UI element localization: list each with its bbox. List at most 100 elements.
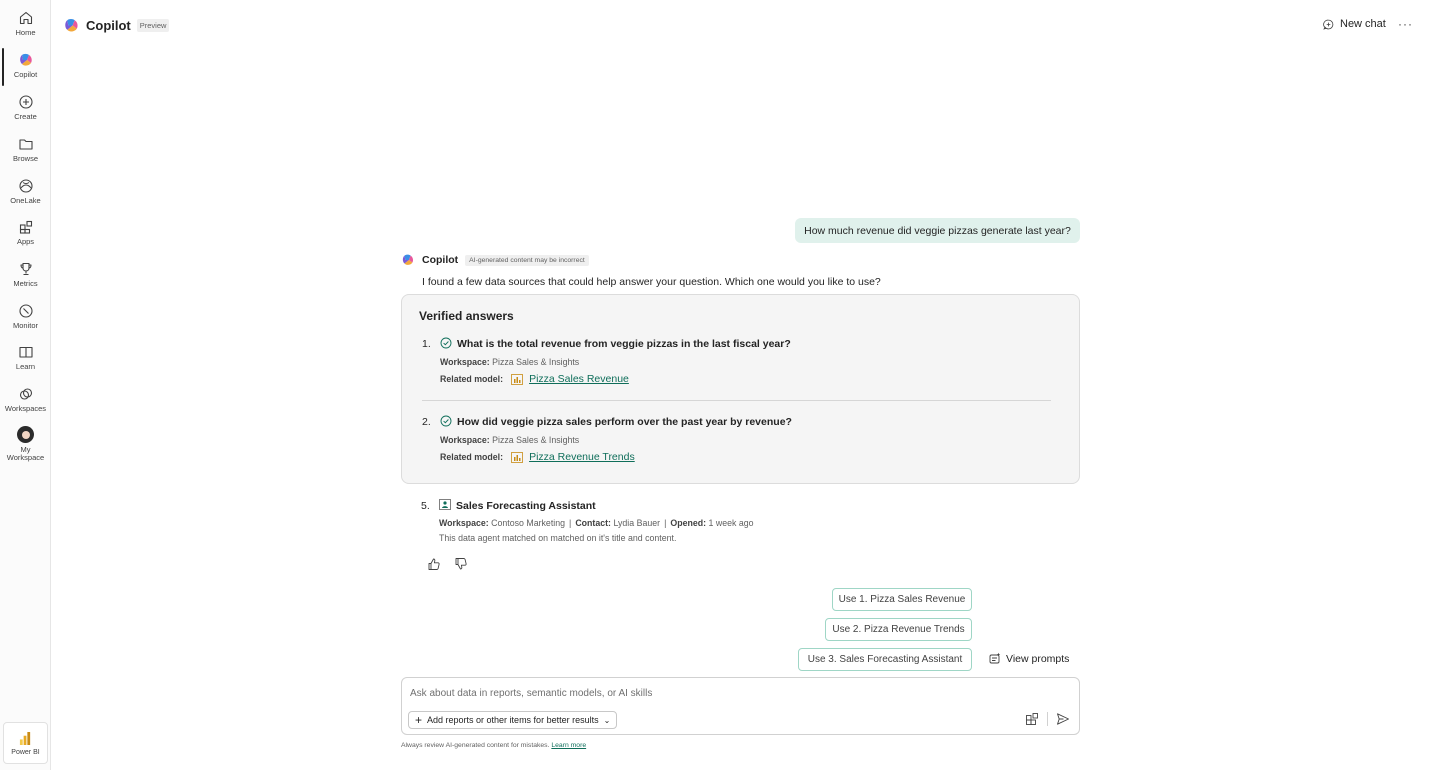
new-chat-button[interactable]: New chat — [1323, 18, 1386, 30]
add-items-label: Add reports or other items for better re… — [427, 715, 599, 725]
onelake-icon — [18, 179, 33, 193]
data-agent-icon — [439, 499, 451, 510]
power-bi-switcher[interactable]: Power BI — [3, 722, 48, 764]
avatar-icon — [17, 426, 34, 443]
nav-item-copilot[interactable]: Copilot — [0, 48, 51, 90]
agent-meta: Workspace: Contoso Marketing | Contact: Ly… — [439, 518, 754, 528]
agent-description: This data agent matched on matched on it… — [439, 533, 677, 543]
chevron-down-icon: ⌄ — [603, 715, 611, 725]
plus-icon: + — [415, 713, 423, 727]
home-icon — [19, 11, 32, 25]
left-nav-rail: Home Copilot Create Browse OneLake Apps — [0, 0, 51, 770]
agent-workspace: Contoso Marketing — [491, 518, 566, 528]
nav-item-onelake[interactable]: OneLake — [0, 176, 51, 216]
page-title: Copilot — [86, 18, 131, 33]
prompts-icon — [989, 652, 1001, 664]
workspace-label: Workspace: — [440, 357, 490, 367]
workspaces-icon — [19, 388, 32, 400]
nav-item-create[interactable]: Create — [0, 92, 51, 132]
apps-grid-icon[interactable] — [1025, 712, 1039, 726]
chat-input[interactable] — [410, 688, 1010, 699]
suggestion-chip[interactable]: Use 3. Sales Forecasting Assistant — [798, 648, 972, 671]
meta-separator: | — [569, 518, 572, 528]
suggestion-chip[interactable]: Use 1. Pizza Sales Revenue — [832, 588, 972, 611]
divider — [422, 400, 1051, 401]
trophy-icon — [19, 262, 32, 276]
nav-item-monitor[interactable]: Monitor — [0, 301, 51, 341]
nav-label: Learn — [15, 362, 36, 371]
related-model-link[interactable]: Pizza Sales Revenue — [529, 373, 629, 385]
check-circle-icon — [440, 337, 452, 349]
new-chat-icon — [1323, 19, 1334, 30]
ai-disclaimer-badge: AI-generated content may be incorrect — [465, 254, 589, 266]
view-prompts-button[interactable]: View prompts — [988, 652, 1069, 665]
agent-workspace-label: Workspace: — [439, 518, 489, 528]
nav-label: Create — [14, 112, 37, 121]
semantic-model-icon — [511, 451, 523, 463]
nav-item-workspaces[interactable]: Workspaces — [0, 384, 51, 424]
chat-composer: + Add reports or other items for better … — [401, 677, 1080, 735]
related-model-label: Related model: — [440, 452, 504, 462]
nav-item-learn[interactable]: Learn — [0, 342, 51, 382]
answer-question[interactable]: How did veggie pizza sales perform over … — [457, 416, 792, 428]
book-icon — [18, 346, 33, 358]
nav-label: Home — [15, 28, 36, 37]
add-items-button[interactable]: + Add reports or other items for better … — [408, 711, 618, 729]
power-bi-icon — [19, 731, 31, 745]
avatar-face — [21, 430, 30, 439]
answer-related-model: Related model: Pizza Sales Revenue — [440, 373, 629, 385]
answer-workspace: Workspace: Pizza Sales & Insights — [440, 435, 579, 445]
agent-contact: Lydia Bauer — [613, 518, 661, 528]
check-circle-icon — [440, 415, 452, 427]
nav-label: Browse — [12, 154, 38, 163]
nav-label: Workspaces — [4, 404, 47, 413]
answer-related-model: Related model: Pizza Revenue Trends — [440, 451, 635, 463]
more-options-icon[interactable]: ··· — [1398, 17, 1413, 31]
bot-intro-text: I found a few data sources that could he… — [422, 276, 881, 288]
copilot-logo-icon — [65, 18, 78, 32]
power-bi-label: Power BI — [11, 748, 40, 756]
brand: Copilot Preview — [63, 17, 170, 34]
new-chat-label: New chat — [1340, 18, 1386, 30]
answer-number: 1. — [422, 338, 431, 350]
nav-label: OneLake — [10, 196, 41, 205]
thumbs-down-icon[interactable] — [454, 557, 468, 571]
agent-name[interactable]: Sales Forecasting Assistant — [456, 500, 596, 512]
nav-item-home[interactable]: Home — [0, 8, 51, 48]
view-prompts-label: View prompts — [1006, 652, 1070, 665]
thumbs-up-icon[interactable] — [427, 557, 441, 571]
suggestion-chip[interactable]: Use 2. Pizza Revenue Trends — [825, 618, 972, 641]
verified-answers-card: Verified answers 1. What is the total re… — [401, 294, 1080, 484]
related-model-link[interactable]: Pizza Revenue Trends — [529, 451, 635, 463]
nav-item-browse[interactable]: Browse — [0, 134, 51, 174]
disclaimer-text: Always review AI-generated content for m… — [401, 742, 550, 749]
nav-item-metrics[interactable]: Metrics — [0, 259, 51, 299]
send-icon[interactable] — [1056, 712, 1070, 726]
user-message: How much revenue did veggie pizzas gener… — [795, 218, 1080, 243]
nav-label: Metrics — [13, 279, 38, 288]
copilot-avatar-icon — [402, 254, 413, 265]
agent-contact-label: Contact: — [575, 518, 611, 528]
plus-circle-icon — [18, 95, 33, 109]
monitor-icon — [18, 304, 33, 318]
workspace-value: Pizza Sales & Insights — [492, 357, 580, 367]
nav-item-my-workspace[interactable]: My Workspace — [0, 425, 51, 469]
nav-label: Monitor — [12, 321, 38, 330]
answer-question[interactable]: What is the total revenue from veggie pi… — [457, 338, 791, 350]
agent-opened: 1 week ago — [708, 518, 754, 528]
meta-separator: | — [664, 518, 667, 528]
footer-disclaimer: Always review AI-generated content for m… — [401, 742, 586, 749]
copilot-icon — [19, 53, 32, 66]
app-root: Home Copilot Create Browse OneLake Apps — [0, 0, 1430, 770]
top-header: Copilot Preview New chat ··· — [51, 0, 1430, 50]
bot-header: Copilot AI-generated content may be inco… — [401, 253, 589, 267]
preview-badge: Preview — [136, 19, 170, 32]
agent-number: 5. — [421, 500, 430, 512]
learn-more-link[interactable]: Learn more — [551, 742, 586, 749]
nav-label: Copilot — [13, 70, 38, 79]
answer-workspace: Workspace: Pizza Sales & Insights — [440, 357, 579, 367]
bot-name: Copilot — [422, 254, 459, 266]
answer-number: 2. — [422, 416, 431, 428]
composer-separator — [1047, 712, 1048, 726]
nav-item-apps[interactable]: Apps — [0, 217, 51, 257]
